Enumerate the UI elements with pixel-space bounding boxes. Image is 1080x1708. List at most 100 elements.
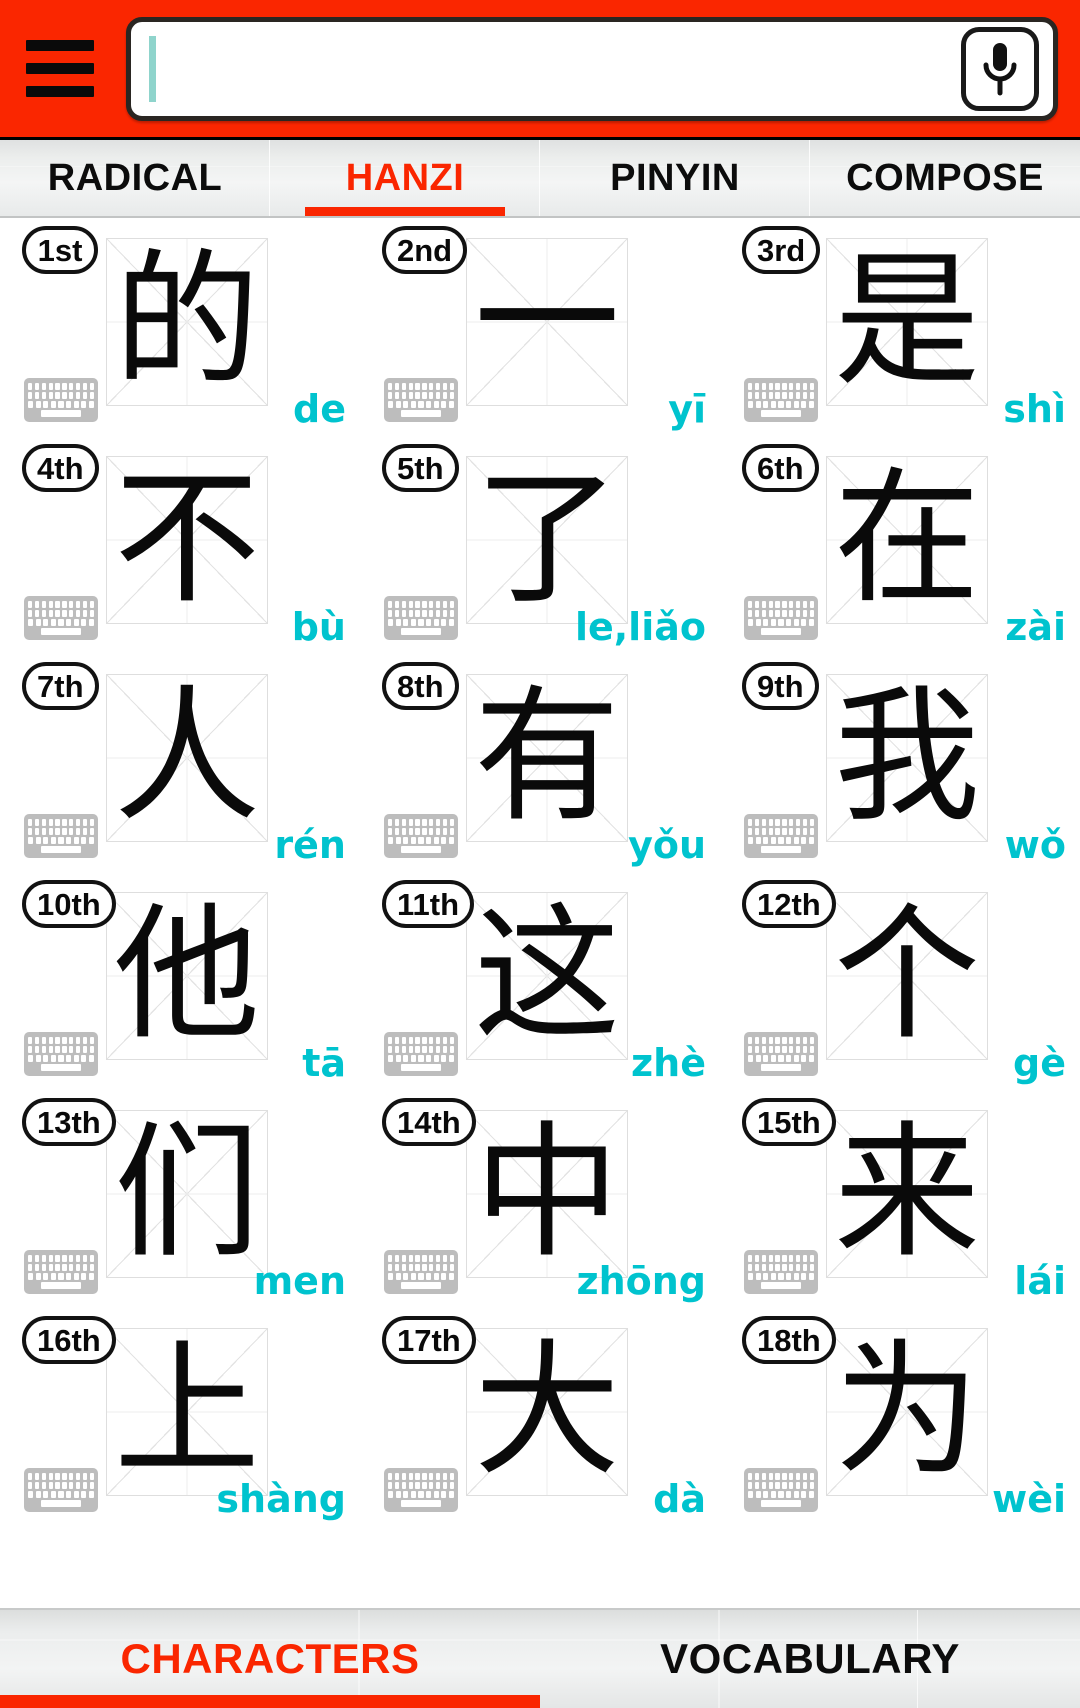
character-cell[interactable]: 10th 他 tā xyxy=(0,872,360,1090)
order-badge: 5th xyxy=(382,444,459,492)
order-badge: 12th xyxy=(742,880,836,928)
microphone-icon[interactable] xyxy=(961,26,1039,111)
tab-label: PINYIN xyxy=(610,156,740,199)
top-tab-bar: RADICAL HANZI PINYIN COMPOSE xyxy=(0,140,1080,218)
character-grid-box xyxy=(466,892,628,1060)
tab-pinyin[interactable]: PINYIN xyxy=(540,140,810,216)
character-cell[interactable]: 2nd 一 yī xyxy=(360,218,720,436)
character-cell[interactable]: 17th 大 dà xyxy=(360,1308,720,1526)
keyboard-space-row xyxy=(748,1064,814,1071)
keyboard-icon[interactable] xyxy=(744,1250,818,1294)
app-header xyxy=(0,0,1080,140)
character-list-scroll-area[interactable]: 1st 的 de 2nd 一 yī 3rd 是 shì 4th 不 bù 5th 了 le,liǎo 6th 在… xyxy=(0,218,1080,1608)
keyboard-icon[interactable] xyxy=(744,378,818,422)
character-cell[interactable]: 9th 我 wǒ xyxy=(720,654,1080,872)
keyboard-icon[interactable] xyxy=(744,814,818,858)
order-badge: 4th xyxy=(22,444,99,492)
order-badge: 6th xyxy=(742,444,819,492)
keyboard-space-row xyxy=(28,410,94,417)
keyboard-key-row xyxy=(388,828,454,835)
character-cell[interactable]: 7th 人 rén xyxy=(0,654,360,872)
keyboard-icon[interactable] xyxy=(384,1468,458,1512)
keyboard-icon[interactable] xyxy=(24,1468,98,1512)
keyboard-space-row xyxy=(28,1282,94,1289)
order-badge-label: 12th xyxy=(757,886,821,922)
keyboard-icon[interactable] xyxy=(744,1032,818,1076)
order-badge-label: 3rd xyxy=(757,232,806,268)
keyboard-icon[interactable] xyxy=(384,378,458,422)
character-cell[interactable]: 4th 不 bù xyxy=(0,436,360,654)
character-cell[interactable]: 8th 有 yǒu xyxy=(360,654,720,872)
keyboard-key-row xyxy=(28,619,94,626)
keyboard-key-row xyxy=(748,1055,814,1062)
order-badge-label: 6th xyxy=(757,450,804,486)
character-cell[interactable]: 14th 中 zhōng xyxy=(360,1090,720,1308)
bottom-nav-bar: CHARACTERS VOCABULARY xyxy=(0,1608,1080,1708)
keyboard-key-row xyxy=(748,610,814,617)
pinyin-label: yǒu xyxy=(628,823,706,867)
character-cell[interactable]: 5th 了 le,liǎo xyxy=(360,436,720,654)
tab-radical[interactable]: RADICAL xyxy=(0,140,270,216)
keyboard-icon[interactable] xyxy=(24,596,98,640)
character-cell[interactable]: 3rd 是 shì xyxy=(720,218,1080,436)
keyboard-icon[interactable] xyxy=(24,814,98,858)
character-cell[interactable]: 16th 上 shàng xyxy=(0,1308,360,1526)
keyboard-key-row xyxy=(28,610,94,617)
keyboard-key-row xyxy=(748,1255,814,1262)
character-grid-box xyxy=(826,238,988,406)
hamburger-menu-icon[interactable] xyxy=(26,32,98,106)
character-cell[interactable]: 12th 个 gè xyxy=(720,872,1080,1090)
character-grid-box xyxy=(106,674,268,842)
keyboard-key-row xyxy=(748,1264,814,1271)
order-badge-label: 14th xyxy=(397,1104,461,1140)
character-cell[interactable]: 1st 的 de xyxy=(0,218,360,436)
keyboard-icon[interactable] xyxy=(384,814,458,858)
character-cell[interactable]: 18th 为 wèi xyxy=(720,1308,1080,1526)
pinyin-label: tā xyxy=(302,1041,346,1085)
tab-label: COMPOSE xyxy=(846,156,1044,199)
character-grid-box xyxy=(466,238,628,406)
keyboard-key-row xyxy=(28,828,94,835)
search-input[interactable] xyxy=(156,28,953,109)
keyboard-icon[interactable] xyxy=(384,596,458,640)
keyboard-icon[interactable] xyxy=(24,1032,98,1076)
hamburger-bar xyxy=(26,63,94,74)
order-badge-label: 8th xyxy=(397,668,444,704)
keyboard-space-row xyxy=(388,628,454,635)
keyboard-icon[interactable] xyxy=(384,1250,458,1294)
character-cell[interactable]: 15th 来 lái xyxy=(720,1090,1080,1308)
keyboard-space-row xyxy=(28,628,94,635)
character-cell[interactable]: 11th 这 zhè xyxy=(360,872,720,1090)
tab-compose[interactable]: COMPOSE xyxy=(810,140,1080,216)
search-bar[interactable] xyxy=(126,16,1058,121)
bottom-tab-label: VOCABULARY xyxy=(660,1635,960,1682)
pinyin-label: dà xyxy=(653,1477,706,1521)
pinyin-label: zài xyxy=(1005,605,1066,649)
keyboard-icon[interactable] xyxy=(744,596,818,640)
order-badge: 17th xyxy=(382,1316,476,1364)
order-badge-label: 18th xyxy=(757,1322,821,1358)
keyboard-key-row xyxy=(28,401,94,408)
pinyin-label: zhōng xyxy=(576,1259,706,1303)
order-badge-label: 10th xyxy=(37,886,101,922)
keyboard-key-row xyxy=(28,819,94,826)
order-badge-label: 2nd xyxy=(397,232,453,268)
bottom-tab-vocabulary[interactable]: VOCABULARY xyxy=(540,1610,1080,1708)
keyboard-icon[interactable] xyxy=(384,1032,458,1076)
tab-hanzi[interactable]: HANZI xyxy=(270,140,540,216)
order-badge-label: 7th xyxy=(37,668,84,704)
character-cell[interactable]: 6th 在 zài xyxy=(720,436,1080,654)
keyboard-key-row xyxy=(748,601,814,608)
character-cell[interactable]: 13th 们 men xyxy=(0,1090,360,1308)
character-grid-box xyxy=(466,674,628,842)
keyboard-space-row xyxy=(748,628,814,635)
keyboard-key-row xyxy=(388,601,454,608)
keyboard-key-row xyxy=(28,392,94,399)
keyboard-icon[interactable] xyxy=(24,1250,98,1294)
keyboard-icon[interactable] xyxy=(744,1468,818,1512)
keyboard-icon[interactable] xyxy=(24,378,98,422)
keyboard-key-row xyxy=(28,1264,94,1271)
order-badge: 10th xyxy=(22,880,116,928)
pinyin-label: gè xyxy=(1013,1041,1066,1085)
bottom-tab-characters[interactable]: CHARACTERS xyxy=(0,1610,540,1708)
